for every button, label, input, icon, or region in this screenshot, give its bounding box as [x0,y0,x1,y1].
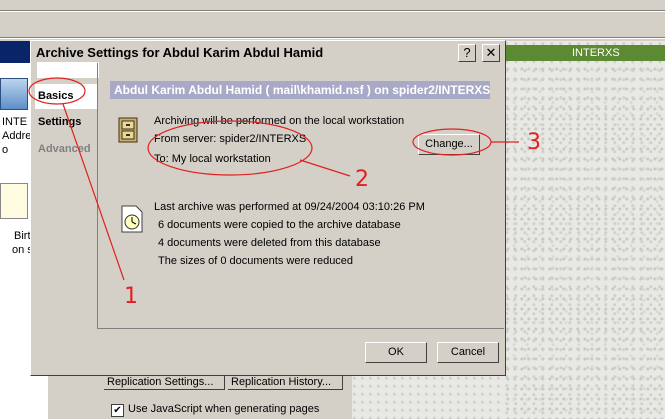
left-item-label: o [2,144,9,156]
tab-advanced[interactable]: Advanced [35,137,97,162]
background-texture [352,375,505,419]
left-pane-header [0,41,33,63]
left-item-label: INTE [2,116,28,128]
tab-strip: Basics Settings Advanced [33,62,99,332]
left-bookmark-pane [0,375,48,419]
right-panel-label: INTERXS [572,47,620,59]
replication-settings-button[interactable]: Replication Settings... [104,376,225,390]
left-item-label: Addre [2,130,32,142]
replication-history-button[interactable]: Replication History... [228,376,343,390]
tab-basics[interactable]: Basics [35,84,97,109]
javascript-checkbox-label: Use JavaScript when generating pages [128,403,320,415]
archive-location-text: Archiving will be performed on the local… [154,115,405,127]
javascript-checkbox[interactable]: ✔ [111,404,124,417]
help-button[interactable]: ? [458,44,476,62]
last-archive-text: Last archive was performed at 09/24/2004… [154,201,425,213]
to-location-text: To: My local workstation [154,153,271,165]
cancel-button[interactable]: Cancel [437,342,499,363]
reduced-count-text: The sizes of 0 documents were reduced [158,255,354,267]
file-cabinet-icon [118,117,138,143]
address-book-icon[interactable] [0,78,28,110]
from-server-text: From server: spider2/INTERXS [154,133,307,145]
ok-button[interactable]: OK [365,342,427,363]
left-item-label: Birt [14,230,31,242]
annotation-label-1: 1 [124,284,138,309]
annotation-label-3: 3 [527,130,541,155]
toolbar-divider [0,38,665,39]
database-header: Abdul Karim Abdul Hamid ( mail\khamid.ns… [110,81,490,99]
change-button[interactable]: Change... [418,134,480,155]
birthday-card-icon[interactable] [0,183,28,219]
app-toolbar-area [0,0,665,41]
tab-settings[interactable]: Settings [35,110,97,135]
toolbar-divider [0,11,665,12]
deleted-count-text: 4 documents were deleted from this datab… [158,237,381,249]
background-texture [505,41,665,419]
archive-settings-dialog: Archive Settings for Abdul Karim Abdul H… [30,40,506,376]
right-panel-header: INTERXS [505,45,665,61]
dialog-title: Archive Settings for Abdul Karim Abdul H… [36,45,324,60]
close-button[interactable]: ✕ [482,44,500,62]
dialog-titlebar[interactable]: Archive Settings for Abdul Karim Abdul H… [33,43,503,63]
copied-count-text: 6 documents were copied to the archive d… [158,219,401,231]
archive-clock-icon [121,205,143,233]
annotation-label-2: 2 [355,167,369,192]
basics-panel: Abdul Karim Abdul Hamid ( mail\khamid.ns… [97,63,504,329]
tab-strip-top [37,62,99,78]
